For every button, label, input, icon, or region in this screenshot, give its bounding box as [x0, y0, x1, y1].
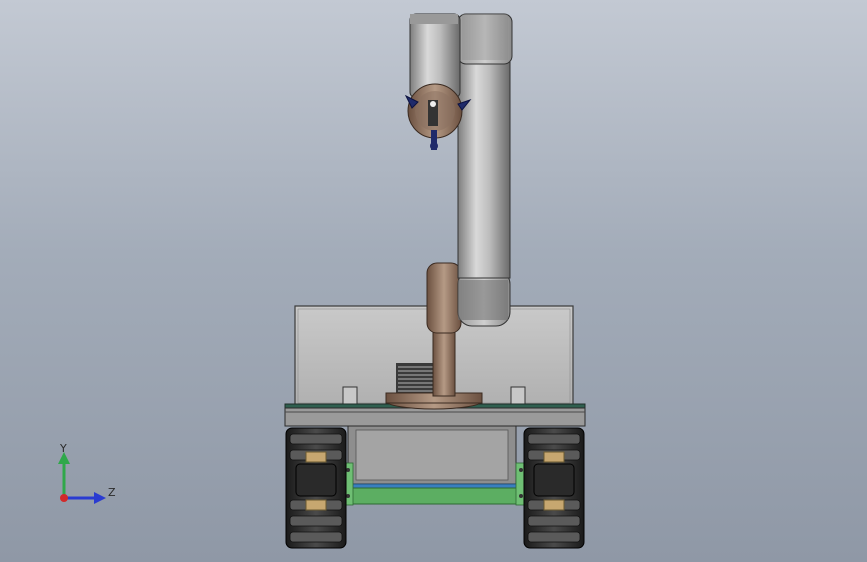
chassis[interactable] — [345, 425, 523, 491]
y-axis-label: Y — [59, 442, 67, 455]
wheel-left[interactable] — [285, 427, 347, 549]
x-axis-dot — [60, 494, 68, 502]
z-axis-arrow — [94, 492, 106, 504]
cad-viewport[interactable] — [0, 0, 867, 562]
wheel-right[interactable] — [523, 427, 585, 549]
vent-grille — [396, 363, 436, 395]
z-axis-label: Z — [108, 486, 116, 499]
axis-triad: Y Z — [58, 442, 116, 504]
